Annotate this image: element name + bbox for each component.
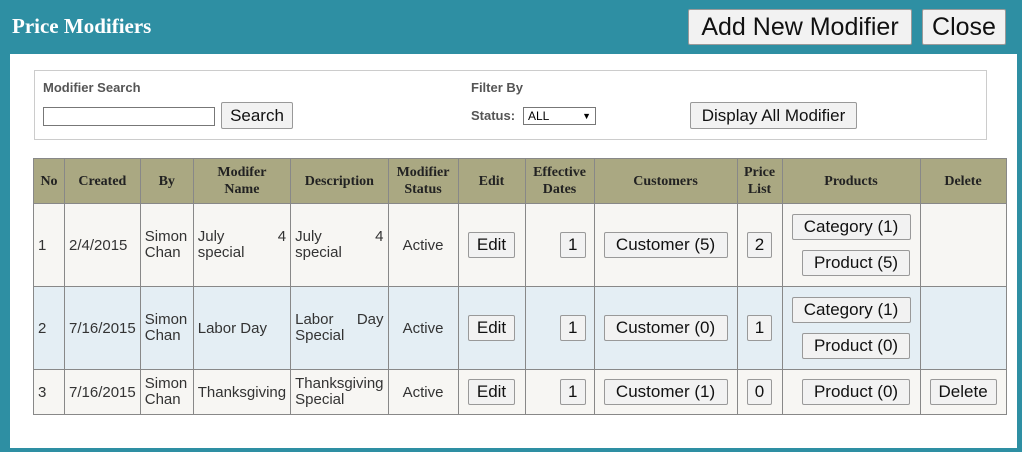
- cell-price-list: 2: [736, 203, 783, 287]
- cell-effective-dates: 1: [524, 203, 595, 287]
- price-list-button[interactable]: 0: [746, 379, 773, 405]
- cell-description: July 4 special: [290, 203, 389, 287]
- cell-price-list: 1: [736, 286, 783, 370]
- col-customers: Customers: [593, 158, 738, 204]
- price-list-button[interactable]: 2: [746, 232, 773, 258]
- status-select[interactable]: ALL ▼: [523, 107, 596, 125]
- cell-products: Category (1) Product (5): [781, 203, 921, 287]
- cell-customers: Customer (0): [593, 286, 738, 370]
- main-panel: Modifier Search Search Filter By Status:…: [10, 54, 1017, 448]
- cell-by: Simon Chan: [139, 369, 194, 415]
- col-effective-dates: Effective Dates: [524, 158, 595, 204]
- cell-created: 2/4/2015: [64, 203, 141, 287]
- add-new-modifier-button[interactable]: Add New Modifier: [688, 9, 912, 45]
- cell-customers: Customer (1): [593, 369, 738, 415]
- cell-status: Active: [387, 286, 459, 370]
- cell-no: 1: [33, 203, 65, 287]
- close-button[interactable]: Close: [922, 9, 1006, 45]
- modifier-search-input[interactable]: [43, 107, 215, 126]
- cell-description: Thanksgiving Special: [290, 369, 389, 415]
- status-select-value: ALL: [528, 109, 550, 123]
- table-header-row: No Created By Modifer Name Description M…: [33, 158, 1007, 204]
- product-button[interactable]: Product (0): [802, 379, 911, 405]
- modifiers-table: No Created By Modifer Name Description M…: [33, 158, 1007, 415]
- cell-no: 3: [33, 369, 65, 415]
- cell-edit: Edit: [457, 203, 526, 287]
- cell-modifier-name: July 4 special: [192, 203, 292, 287]
- search-button[interactable]: Search: [221, 102, 293, 129]
- table-row: 3 7/16/2015 Simon Chan Thanksgiving Than…: [33, 369, 1007, 415]
- cell-products: Category (1) Product (0): [781, 286, 921, 370]
- customers-button[interactable]: Customer (5): [603, 232, 728, 258]
- display-all-modifier-button[interactable]: Display All Modifier: [690, 102, 857, 129]
- cell-no: 2: [33, 286, 65, 370]
- product-button[interactable]: Product (5): [802, 250, 911, 276]
- price-list-button[interactable]: 1: [746, 315, 773, 341]
- col-by: By: [139, 158, 194, 204]
- cell-by: Simon Chan: [139, 286, 194, 370]
- cell-modifier-name: Labor Day: [192, 286, 292, 370]
- cell-customers: Customer (5): [593, 203, 738, 287]
- modifier-search-label: Modifier Search: [43, 80, 141, 95]
- table-row: 2 7/16/2015 Simon Chan Labor Day Labor Da…: [33, 286, 1007, 370]
- cell-price-list: 0: [736, 369, 783, 415]
- edit-button[interactable]: Edit: [467, 379, 516, 405]
- cell-status: Active: [387, 203, 459, 287]
- status-label: Status:: [471, 108, 516, 123]
- col-price-list: Price List: [736, 158, 783, 204]
- dropdown-arrow-icon: ▼: [582, 111, 591, 121]
- category-button[interactable]: Category (1): [791, 214, 911, 240]
- edit-button[interactable]: Edit: [467, 315, 516, 341]
- table-row: 1 2/4/2015 Simon Chan July 4 special July…: [33, 203, 1007, 287]
- cell-modifier-name: Thanksgiving: [192, 369, 292, 415]
- cell-created: 7/16/2015: [64, 369, 141, 415]
- col-modifier-status: Modifier Status: [387, 158, 459, 204]
- effective-dates-button[interactable]: 1: [560, 232, 586, 258]
- col-products: Products: [781, 158, 921, 204]
- cell-delete: [919, 286, 1007, 370]
- cell-by: Simon Chan: [139, 203, 194, 287]
- customers-button[interactable]: Customer (0): [603, 315, 728, 341]
- page-title: Price Modifiers: [12, 14, 152, 38]
- cell-delete: Delete: [919, 369, 1007, 415]
- effective-dates-button[interactable]: 1: [560, 379, 586, 405]
- col-edit: Edit: [457, 158, 526, 204]
- customers-button[interactable]: Customer (1): [603, 379, 728, 405]
- cell-effective-dates: 1: [524, 369, 595, 415]
- cell-description: Labor Day Special: [290, 286, 389, 370]
- product-button[interactable]: Product (0): [802, 333, 911, 359]
- col-modifier-name: Modifer Name: [192, 158, 292, 204]
- cell-created: 7/16/2015: [64, 286, 141, 370]
- category-button[interactable]: Category (1): [791, 297, 911, 323]
- col-no: No: [33, 158, 65, 204]
- cell-delete: [919, 203, 1007, 287]
- cell-edit: Edit: [457, 369, 526, 415]
- effective-dates-button[interactable]: 1: [560, 315, 586, 341]
- col-delete: Delete: [919, 158, 1007, 204]
- cell-effective-dates: 1: [524, 286, 595, 370]
- edit-button[interactable]: Edit: [467, 232, 516, 258]
- col-created: Created: [64, 158, 141, 204]
- cell-status: Active: [387, 369, 459, 415]
- col-description: Description: [290, 158, 389, 204]
- cell-edit: Edit: [457, 286, 526, 370]
- filter-by-label: Filter By: [471, 80, 524, 95]
- cell-products: Product (0): [781, 369, 921, 415]
- delete-button[interactable]: Delete: [929, 379, 997, 405]
- search-area: Modifier Search Search Filter By Status:…: [34, 70, 987, 140]
